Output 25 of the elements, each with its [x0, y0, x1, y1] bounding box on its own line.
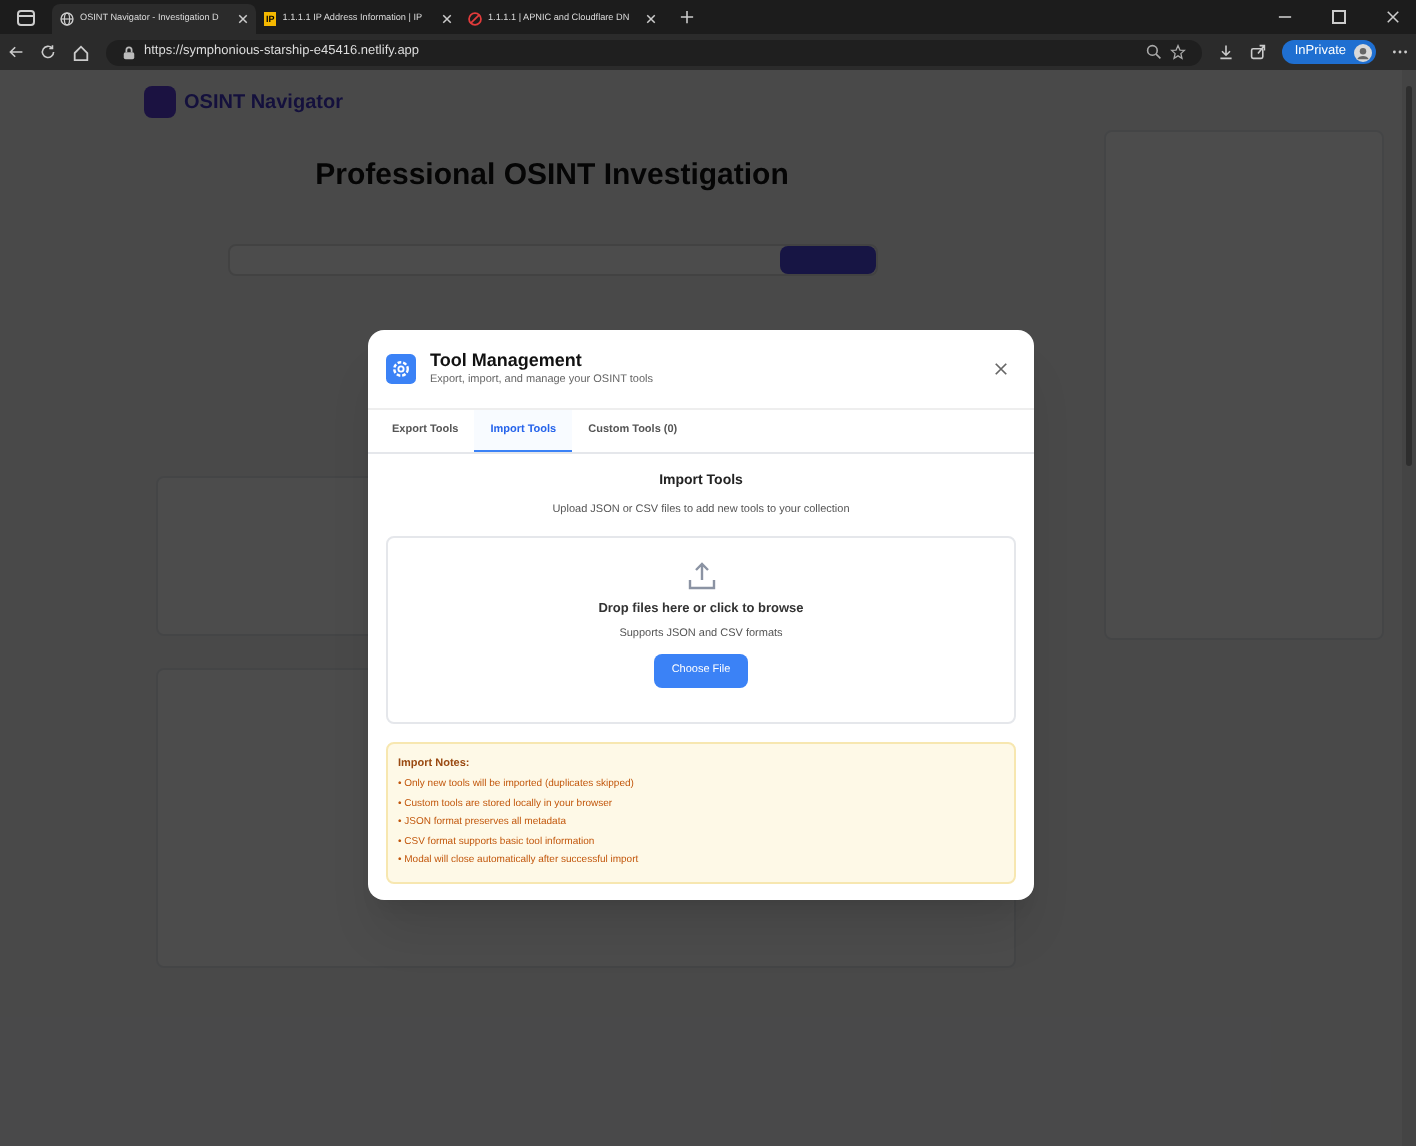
share-icon[interactable] — [1250, 44, 1267, 60]
gear-icon — [386, 354, 416, 385]
no-entry-icon — [468, 12, 482, 26]
star-icon[interactable] — [1170, 44, 1187, 60]
minimize-icon[interactable] — [1278, 10, 1292, 24]
back-icon[interactable] — [8, 44, 24, 60]
close-window-icon[interactable] — [1386, 10, 1400, 24]
home-icon[interactable] — [72, 43, 90, 61]
maximize-button[interactable] — [1332, 10, 1346, 24]
tab-actions-icon[interactable] — [16, 7, 36, 27]
new-tab-icon[interactable] — [680, 10, 694, 24]
close-icon[interactable] — [994, 362, 1008, 377]
lock-icon — [122, 45, 136, 59]
download-icon[interactable] — [1218, 44, 1235, 60]
modal-title: Tool Management — [430, 350, 584, 373]
globe-icon — [60, 12, 74, 26]
refresh-icon[interactable] — [40, 44, 56, 60]
close-tab-icon[interactable] — [442, 14, 452, 24]
close-tab-icon[interactable] — [646, 14, 656, 24]
hero-title: Professional OSINT Investigation — [315, 156, 789, 196]
upload-icon — [685, 559, 717, 591]
app-title: OSINT Navigator — [184, 89, 343, 117]
zoom-icon[interactable] — [1146, 44, 1163, 60]
profile-icon — [1354, 43, 1372, 61]
close-tab-icon[interactable] — [238, 14, 248, 24]
